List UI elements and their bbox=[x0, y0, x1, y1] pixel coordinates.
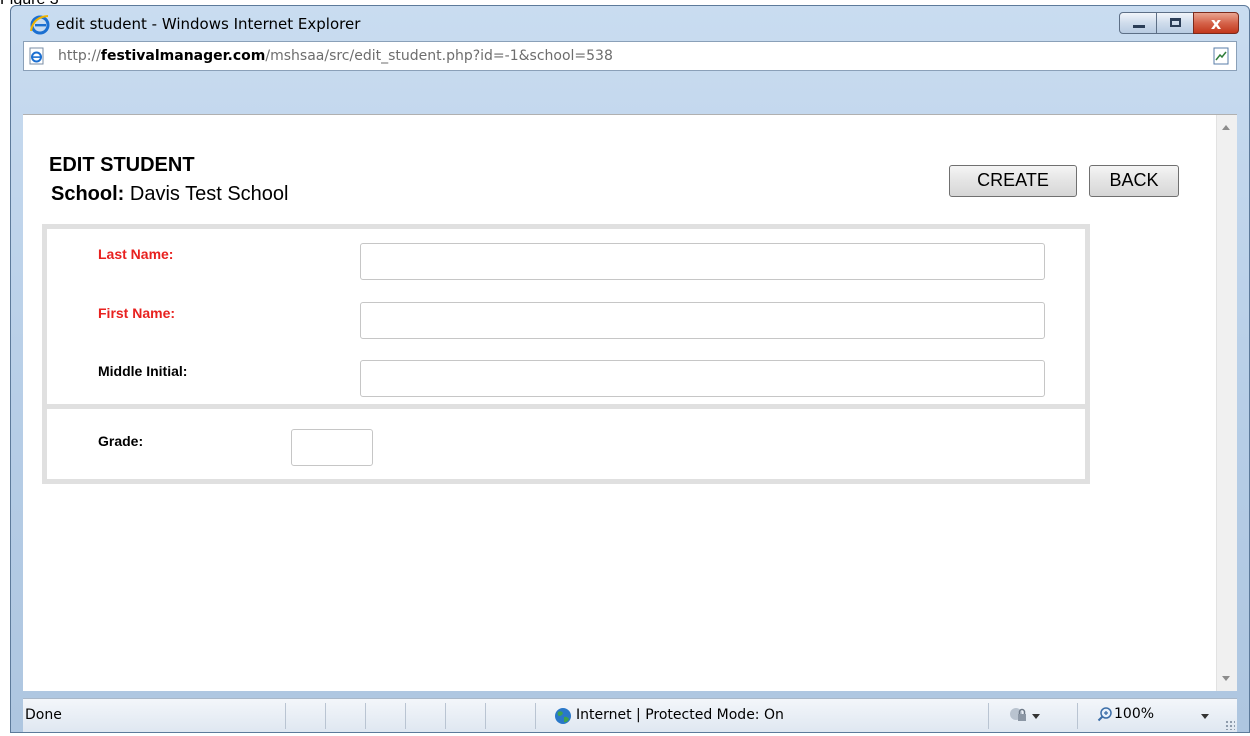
compatibility-view-icon[interactable] bbox=[1211, 46, 1231, 66]
page-title: EDIT STUDENT bbox=[49, 154, 195, 176]
vertical-scrollbar[interactable] bbox=[1216, 115, 1237, 691]
chevron-down-icon[interactable] bbox=[1201, 714, 1209, 719]
window-title: edit student - Windows Internet Explorer bbox=[56, 15, 361, 33]
maximize-button[interactable] bbox=[1156, 12, 1194, 34]
back-button[interactable]: BACK bbox=[1089, 165, 1179, 197]
last-name-label: Last Name: bbox=[98, 246, 174, 262]
close-button[interactable]: x bbox=[1193, 12, 1239, 34]
status-separator bbox=[988, 703, 989, 729]
zoom-magnifier-icon[interactable] bbox=[1097, 706, 1113, 722]
minimize-icon bbox=[1133, 25, 1145, 28]
grade-input[interactable] bbox=[291, 429, 373, 466]
first-name-input[interactable] bbox=[360, 302, 1045, 339]
status-separator bbox=[405, 703, 406, 729]
security-zone-text[interactable]: Internet | Protected Mode: On bbox=[576, 707, 784, 723]
status-separator bbox=[485, 703, 486, 729]
internet-explorer-icon bbox=[30, 15, 50, 35]
zoom-level[interactable]: 100% bbox=[1114, 706, 1154, 722]
status-text: Done bbox=[25, 707, 62, 723]
url-path: /mshsaa/src/edit_student.php?id=-1&schoo… bbox=[265, 48, 613, 64]
chevron-down-icon[interactable] bbox=[1032, 714, 1040, 719]
grade-label: Grade: bbox=[98, 433, 144, 449]
resize-grip[interactable] bbox=[1225, 720, 1235, 730]
last-name-input[interactable] bbox=[360, 243, 1045, 280]
school-name: Davis Test School bbox=[124, 183, 289, 205]
middle-initial-label: Middle Initial: bbox=[98, 363, 188, 379]
status-separator bbox=[285, 703, 286, 729]
form-divider bbox=[47, 404, 1085, 409]
middle-initial-input[interactable] bbox=[360, 360, 1045, 397]
student-form: Last Name: First Name: Middle Initial: G… bbox=[42, 224, 1090, 484]
url-domain: festivalmanager.com bbox=[100, 48, 266, 64]
status-bar: Done Internet | Protected Mode: On 100% bbox=[23, 698, 1237, 732]
first-name-label: First Name: bbox=[98, 305, 176, 321]
browser-window: edit student - Windows Internet Explorer… bbox=[10, 5, 1250, 733]
close-icon: x bbox=[1210, 14, 1222, 33]
address-bar[interactable]: http://festivalmanager.com/mshsaa/src/ed… bbox=[23, 41, 1237, 71]
window-controls: x bbox=[1119, 12, 1239, 36]
url-prefix: http:// bbox=[58, 48, 101, 64]
protected-mode-lock-icon[interactable] bbox=[1008, 706, 1028, 724]
minimize-button[interactable] bbox=[1119, 12, 1157, 34]
status-separator bbox=[1077, 703, 1078, 729]
status-separator bbox=[445, 703, 446, 729]
school-label: School: bbox=[51, 183, 125, 205]
page-viewport: EDIT STUDENT School: Davis Test School C… bbox=[23, 114, 1237, 691]
scroll-down-icon[interactable] bbox=[1222, 676, 1230, 681]
status-separator bbox=[535, 703, 536, 729]
status-separator bbox=[365, 703, 366, 729]
status-separator bbox=[325, 703, 326, 729]
school-line: School: Davis Test School bbox=[51, 183, 289, 206]
scroll-up-icon[interactable] bbox=[1222, 125, 1230, 130]
create-button[interactable]: CREATE bbox=[949, 165, 1077, 197]
title-bar[interactable]: edit student - Windows Internet Explorer… bbox=[11, 6, 1249, 40]
maximize-icon bbox=[1170, 18, 1181, 27]
url-text[interactable]: http://festivalmanager.com/mshsaa/src/ed… bbox=[58, 48, 613, 64]
page-icon bbox=[29, 47, 44, 65]
internet-zone-globe-icon[interactable] bbox=[554, 707, 572, 725]
